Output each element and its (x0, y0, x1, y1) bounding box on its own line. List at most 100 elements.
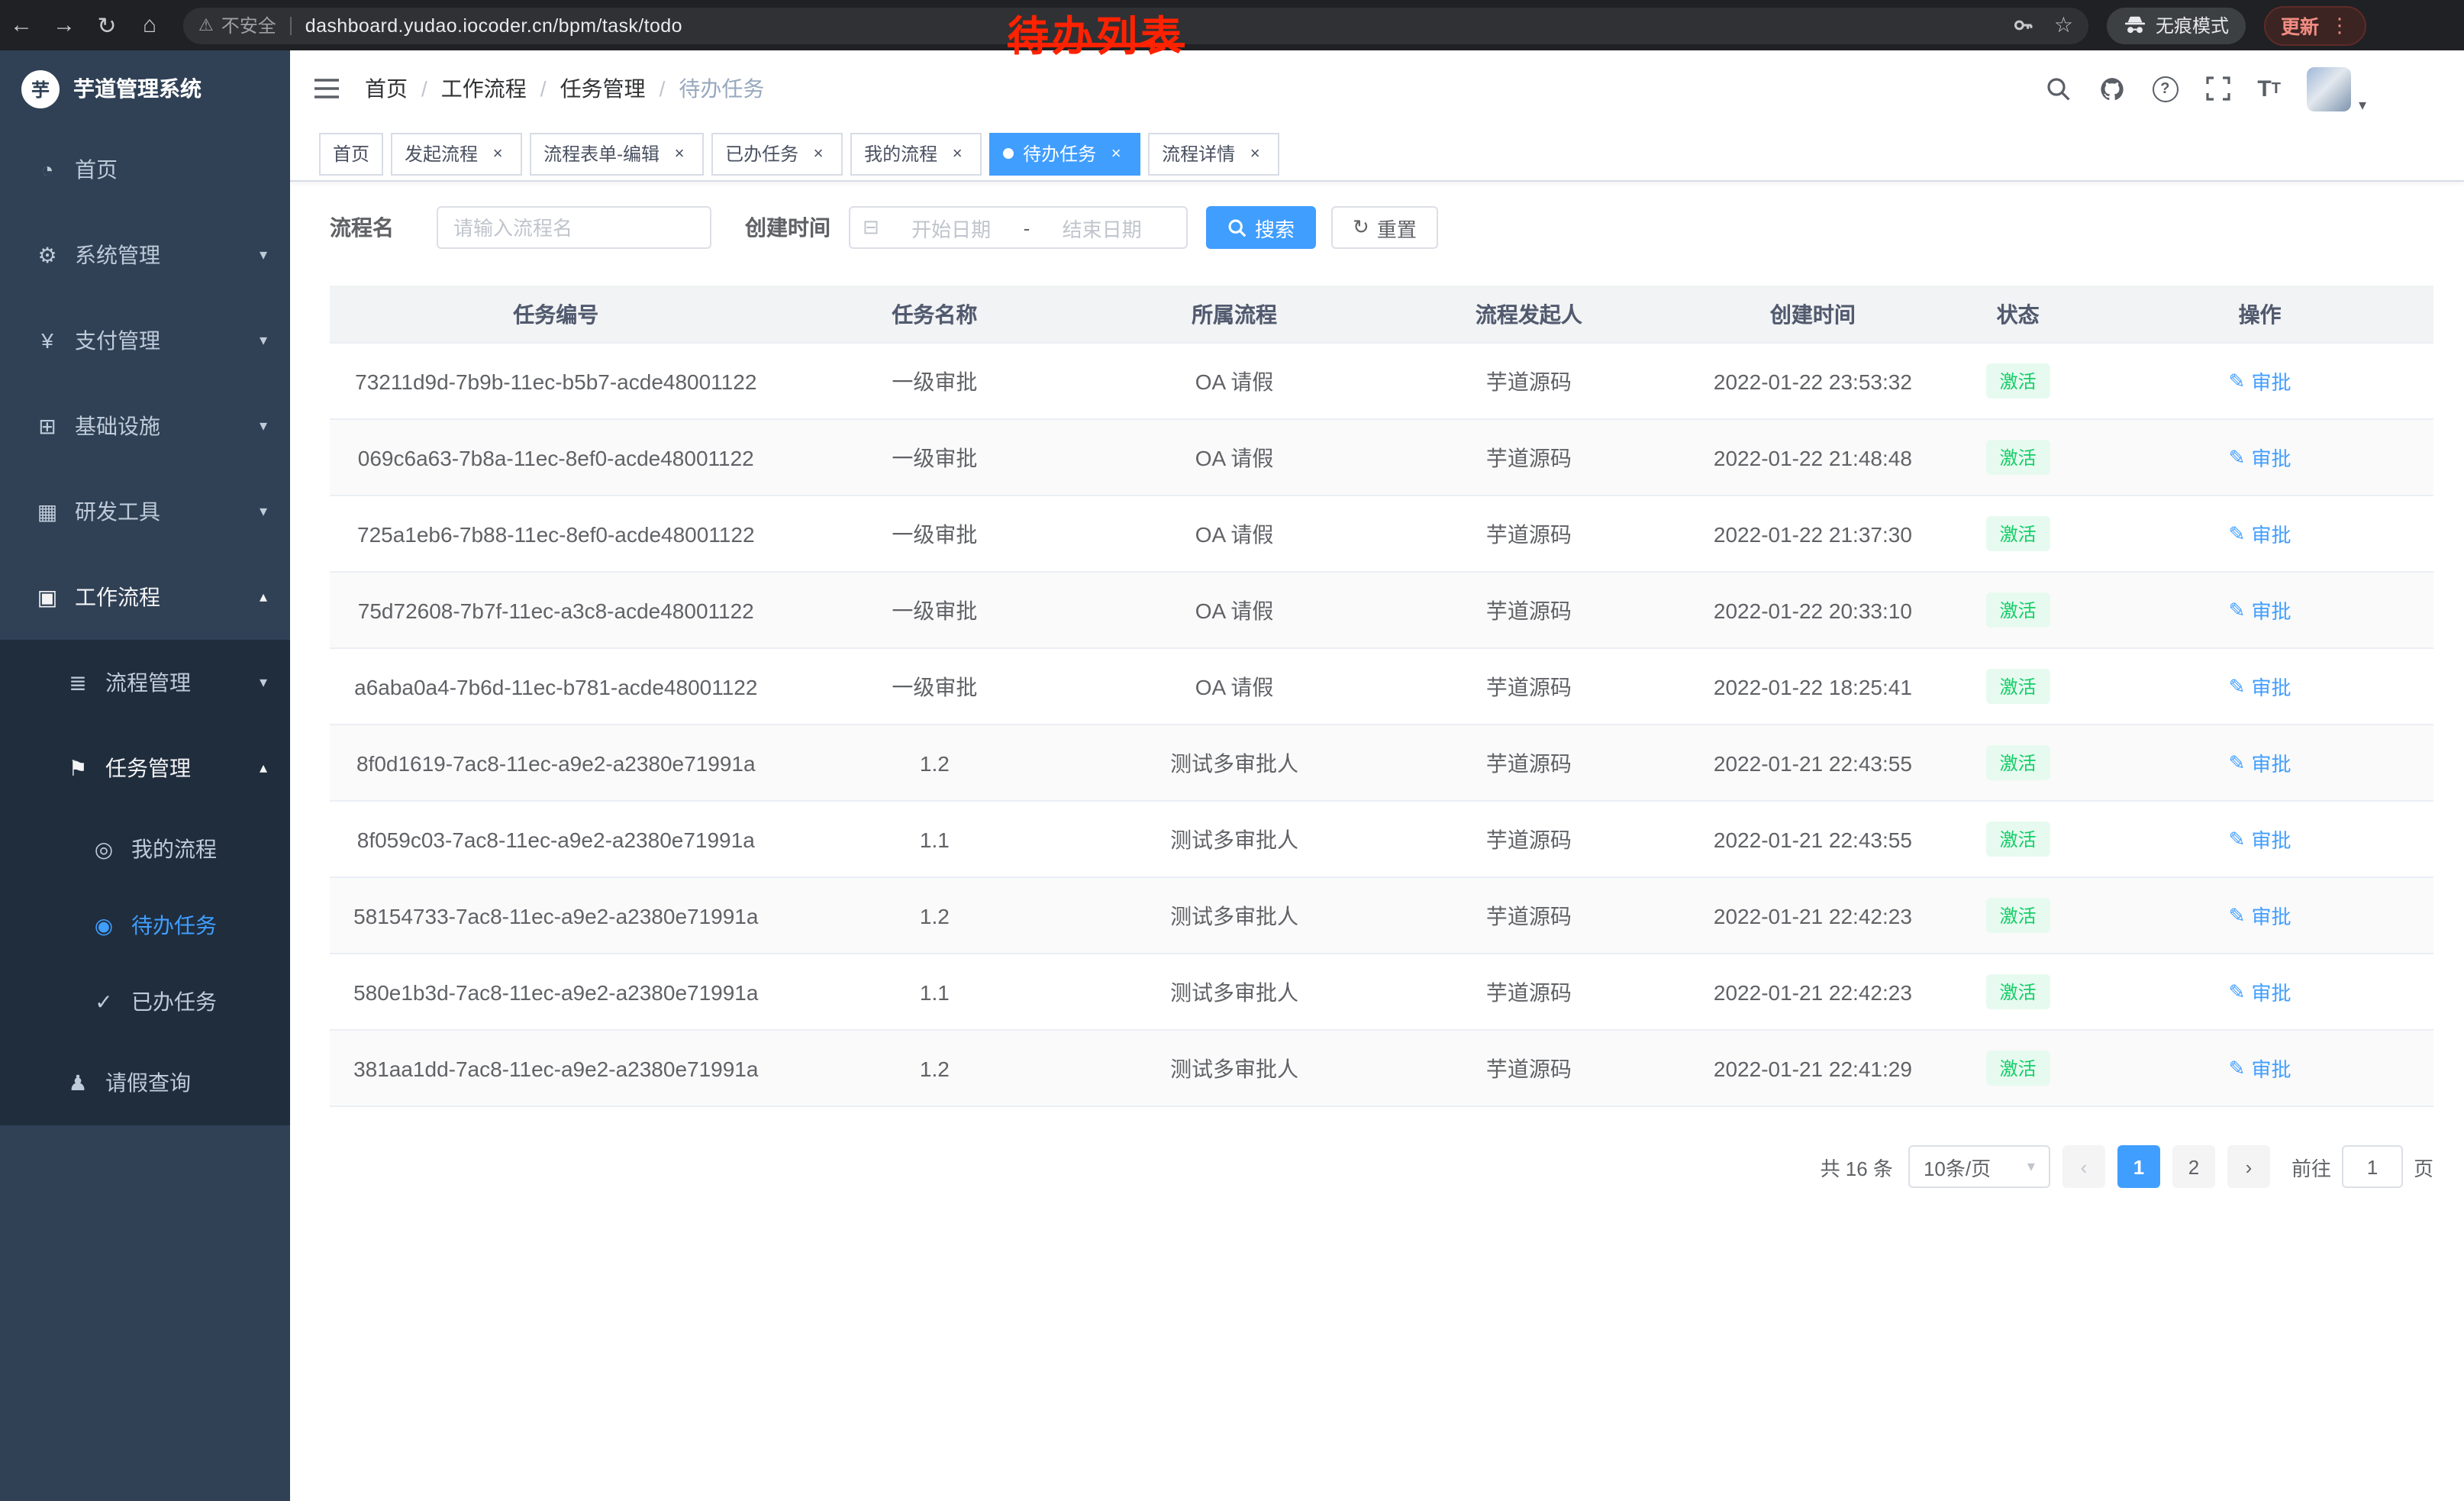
status-badge: 激活 (1986, 974, 2050, 1009)
breadcrumb-workflow[interactable]: 工作流程 (441, 73, 527, 104)
update-button[interactable]: 更新 ⋮ (2264, 5, 2366, 45)
sidebar-item-devtools[interactable]: ▦ 研发工具 ▾ (0, 469, 290, 554)
col-task-name: 任务名称 (782, 286, 1088, 343)
sidebar-item-system[interactable]: ⚙ 系统管理 ▾ (0, 212, 290, 298)
sidebar-item-process-management[interactable]: ≣ 流程管理 ▾ (0, 640, 290, 725)
approve-button[interactable]: ✎审批 (2229, 519, 2291, 548)
forward-icon[interactable]: → (43, 12, 85, 38)
cell-process: OA 请假 (1087, 343, 1382, 419)
close-tab-icon[interactable]: × (1105, 143, 1127, 164)
cell-starter: 芋道源码 (1382, 419, 1676, 495)
edit-icon: ✎ (2229, 750, 2246, 775)
col-process: 所属流程 (1087, 286, 1382, 343)
chevron-down-icon: ▾ (260, 332, 267, 349)
tab-start-process[interactable]: 发起流程 × (391, 132, 522, 175)
password-key-icon[interactable] (2013, 14, 2036, 37)
github-icon[interactable] (2085, 76, 2138, 102)
cell-actions: ✎审批 (2086, 572, 2433, 648)
approve-button[interactable]: ✎审批 (2229, 596, 2291, 625)
approve-button[interactable]: ✎审批 (2229, 366, 2291, 395)
process-name-input[interactable] (437, 206, 711, 249)
date-range-picker[interactable]: ⊟ 开始日期 - 结束日期 (849, 206, 1188, 249)
approve-button[interactable]: ✎审批 (2229, 1054, 2291, 1083)
close-tab-icon[interactable]: × (808, 143, 829, 164)
table-row: 8f059c03-7ac8-11ec-a9e2-a2380e71991a 1.1… (330, 801, 2433, 877)
approve-button[interactable]: ✎审批 (2229, 901, 2291, 930)
caret-down-icon[interactable]: ▾ (2359, 98, 2366, 115)
tab-process-form-edit[interactable]: 流程表单-编辑 × (530, 132, 704, 175)
approve-button[interactable]: ✎审批 (2229, 977, 2291, 1006)
next-page-button[interactable]: › (2227, 1145, 2270, 1188)
close-tab-icon[interactable]: × (487, 143, 508, 164)
close-tab-icon[interactable]: × (669, 143, 690, 164)
status-badge: 激活 (1986, 822, 2050, 857)
table-row: a6aba0a4-7b6d-11ec-b781-acde48001122 一级审… (330, 648, 2433, 725)
search-button[interactable]: 搜索 (1206, 206, 1316, 249)
close-tab-icon[interactable]: × (947, 143, 968, 164)
sidebar-item-payment[interactable]: ¥ 支付管理 ▾ (0, 298, 290, 383)
breadcrumb-current: 待办任务 (679, 73, 764, 104)
update-label: 更新 (2281, 11, 2319, 40)
page-size-select[interactable]: 10条/页 ▾ (1908, 1145, 2050, 1188)
page-button-1[interactable]: 1 (2117, 1145, 2160, 1188)
sidebar-item-my-process[interactable]: ◎ 我的流程 (0, 811, 290, 887)
chevron-down-icon: ▾ (260, 247, 267, 263)
main-area: 首页 / 工作流程 / 任务管理 / 待办任务 (290, 50, 2464, 1501)
address-divider (290, 16, 292, 34)
tab-home[interactable]: 首页 (319, 132, 383, 175)
approve-button[interactable]: ✎审批 (2229, 672, 2291, 701)
approve-button[interactable]: ✎审批 (2229, 825, 2291, 854)
back-icon[interactable]: ← (0, 12, 43, 38)
col-task-id: 任务编号 (330, 286, 782, 343)
avatar[interactable] (2307, 66, 2351, 111)
table-header-row: 任务编号 任务名称 所属流程 流程发起人 创建时间 状态 操作 (330, 286, 2433, 343)
table-row: 725a1eb6-7b88-11ec-8ef0-acde48001122 一级审… (330, 495, 2433, 572)
cell-task-name: 一级审批 (782, 495, 1088, 572)
cell-actions: ✎审批 (2086, 343, 2433, 419)
sidebar-item-leave-query[interactable]: ♟ 请假查询 (0, 1040, 290, 1125)
dashboard-icon: ◔ (31, 157, 64, 182)
navbar-icons: ? TT ▾ (2031, 50, 2366, 127)
tab-process-detail[interactable]: 流程详情 × (1148, 132, 1279, 175)
cell-created: 2022-01-22 20:33:10 (1676, 572, 1950, 648)
sidebar-item-infrastructure[interactable]: ⊞ 基础设施 ▾ (0, 383, 290, 469)
sidebar-item-todo-tasks[interactable]: ◉ 待办任务 (0, 887, 290, 964)
prev-page-button[interactable]: ‹ (2062, 1145, 2105, 1188)
reset-button[interactable]: ↻ 重置 (1331, 206, 1438, 249)
cell-task-name: 一级审批 (782, 419, 1088, 495)
cell-created: 2022-01-21 22:42:23 (1676, 954, 1950, 1030)
close-tab-icon[interactable]: × (1244, 143, 1266, 164)
col-starter: 流程发起人 (1382, 286, 1676, 343)
help-icon[interactable]: ? (2138, 76, 2191, 102)
approve-button[interactable]: ✎审批 (2229, 443, 2291, 472)
flag-icon: ⚑ (61, 755, 95, 781)
gear-icon: ⚙ (31, 242, 64, 268)
annotation-text: 待办列表 (1008, 3, 1185, 63)
home-icon[interactable]: ⌂ (128, 12, 171, 38)
sidebar-item-home[interactable]: ◔ 首页 (0, 127, 290, 212)
hamburger-icon[interactable] (313, 76, 340, 101)
reload-icon[interactable]: ↻ (85, 11, 128, 39)
approve-button[interactable]: ✎审批 (2229, 748, 2291, 777)
cell-task-name: 1.2 (782, 725, 1088, 801)
infrastructure-icon: ⊞ (31, 413, 64, 439)
breadcrumb-task-management[interactable]: 任务管理 (560, 73, 646, 104)
tab-done-tasks[interactable]: 已办任务 × (711, 132, 843, 175)
tab-my-process[interactable]: 我的流程 × (850, 132, 982, 175)
page-button-2[interactable]: 2 (2172, 1145, 2215, 1188)
search-icon[interactable] (2031, 76, 2085, 102)
cell-starter: 芋道源码 (1382, 801, 1676, 877)
menu-dots-icon[interactable]: ⋮ (2330, 13, 2350, 37)
cell-starter: 芋道源码 (1382, 648, 1676, 725)
font-size-icon[interactable]: TT (2243, 76, 2295, 102)
status-badge: 激活 (1986, 1051, 2050, 1086)
sidebar-item-done-tasks[interactable]: ✓ 已办任务 (0, 964, 290, 1040)
sidebar-item-task-management[interactable]: ⚑ 任务管理 ▴ (0, 725, 290, 811)
fullscreen-icon[interactable] (2191, 76, 2243, 101)
bookmark-star-icon[interactable]: ☆ (2054, 12, 2073, 38)
tab-todo-tasks[interactable]: 待办任务 × (989, 132, 1140, 175)
sidebar-item-workflow[interactable]: ▣ 工作流程 ▴ (0, 554, 290, 640)
breadcrumb-home[interactable]: 首页 (365, 73, 408, 104)
goto-page-input[interactable] (2342, 1145, 2403, 1188)
edit-icon: ✎ (2229, 980, 2246, 1004)
